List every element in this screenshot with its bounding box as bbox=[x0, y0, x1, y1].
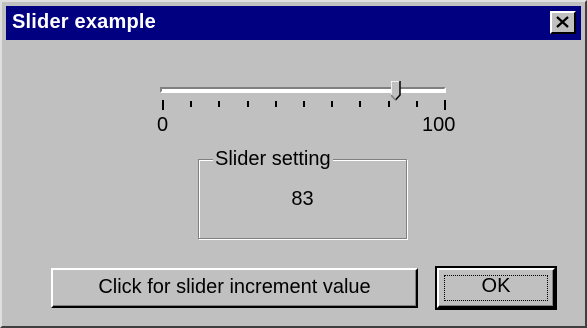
close-icon bbox=[556, 16, 569, 28]
window-title: Slider example bbox=[12, 11, 156, 33]
slider-tick bbox=[359, 101, 361, 107]
title-bar[interactable]: Slider example bbox=[6, 6, 581, 40]
slider-max-label: 100 bbox=[422, 114, 456, 136]
slider-tick bbox=[388, 101, 390, 107]
slider-tick bbox=[218, 101, 220, 107]
ok-button[interactable]: OK bbox=[435, 266, 557, 310]
slider-end-tick bbox=[444, 100, 446, 110]
slider-tick bbox=[275, 101, 277, 107]
slider-value-display: 83 bbox=[291, 188, 314, 210]
close-button[interactable] bbox=[550, 11, 576, 34]
slider-min-label: 0 bbox=[157, 114, 169, 136]
slider-tick bbox=[331, 101, 333, 107]
slider-end-tick bbox=[162, 100, 164, 110]
dialog-window: Slider example 0 100 Slider setting 83 C… bbox=[0, 0, 587, 328]
slider-control[interactable] bbox=[160, 81, 446, 116]
slider-tick bbox=[303, 101, 305, 107]
group-legend: Slider setting bbox=[213, 148, 333, 171]
slider-track bbox=[160, 87, 446, 93]
slider-thumb[interactable] bbox=[391, 81, 401, 101]
slider-tick bbox=[247, 101, 249, 107]
increment-value-button[interactable]: Click for slider increment value bbox=[51, 268, 418, 308]
ok-button-label: OK bbox=[481, 275, 511, 297]
slider-tick bbox=[416, 101, 418, 107]
slider-tick bbox=[190, 101, 192, 107]
